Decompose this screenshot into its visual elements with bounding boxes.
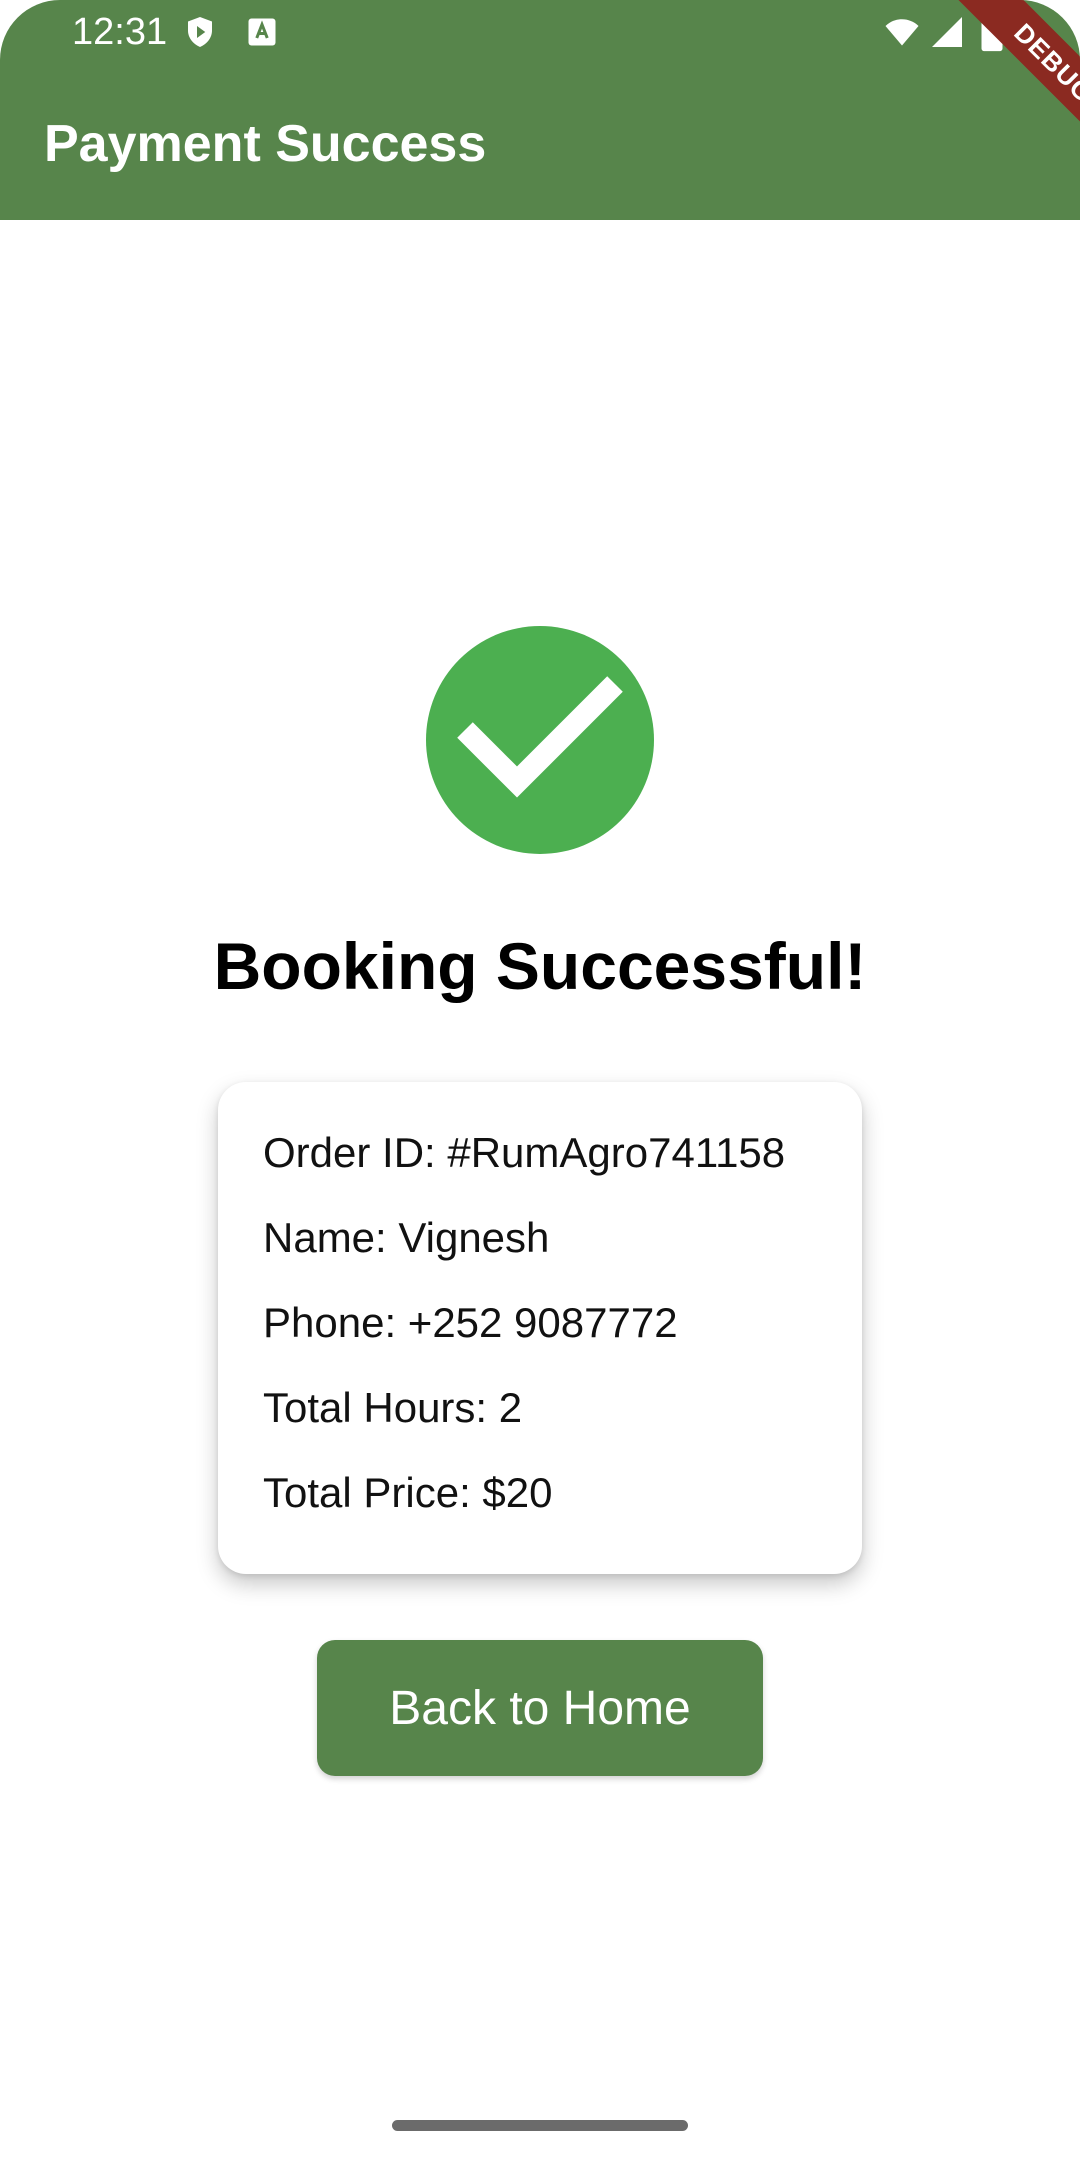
total-hours-text: Total Hours: 2 — [263, 1384, 523, 1431]
status-time: 12:31 — [72, 11, 168, 53]
cellular-signal-icon — [928, 14, 966, 50]
wifi-icon — [880, 14, 924, 50]
battery-icon — [978, 10, 1006, 52]
page-title: Payment Success — [44, 115, 487, 173]
status-bar: 12:31 — [0, 0, 1080, 66]
booking-details-card: Order ID: #RumAgro741158 Name: Vignesh P… — [218, 1082, 862, 1574]
total-price-text: Total Price: $20 — [263, 1469, 553, 1516]
phone-text: Phone: +252 9087772 — [263, 1299, 678, 1346]
shield-play-icon — [182, 14, 218, 50]
order-id-text: Order ID: #RumAgro741158 — [263, 1129, 786, 1176]
app-screen: 12:31 Payment Success DEBUG Booking Succ… — [0, 0, 1080, 2160]
app-header: 12:31 Payment Success DEBUG — [0, 0, 1080, 220]
font-a-icon — [244, 14, 280, 50]
back-to-home-button[interactable]: Back to Home — [317, 1640, 763, 1776]
success-heading: Booking Successful! — [213, 929, 867, 1003]
customer-name-text: Name: Vignesh — [263, 1214, 550, 1261]
check-circle-icon — [426, 626, 654, 854]
gesture-home-indicator[interactable] — [392, 2120, 688, 2131]
